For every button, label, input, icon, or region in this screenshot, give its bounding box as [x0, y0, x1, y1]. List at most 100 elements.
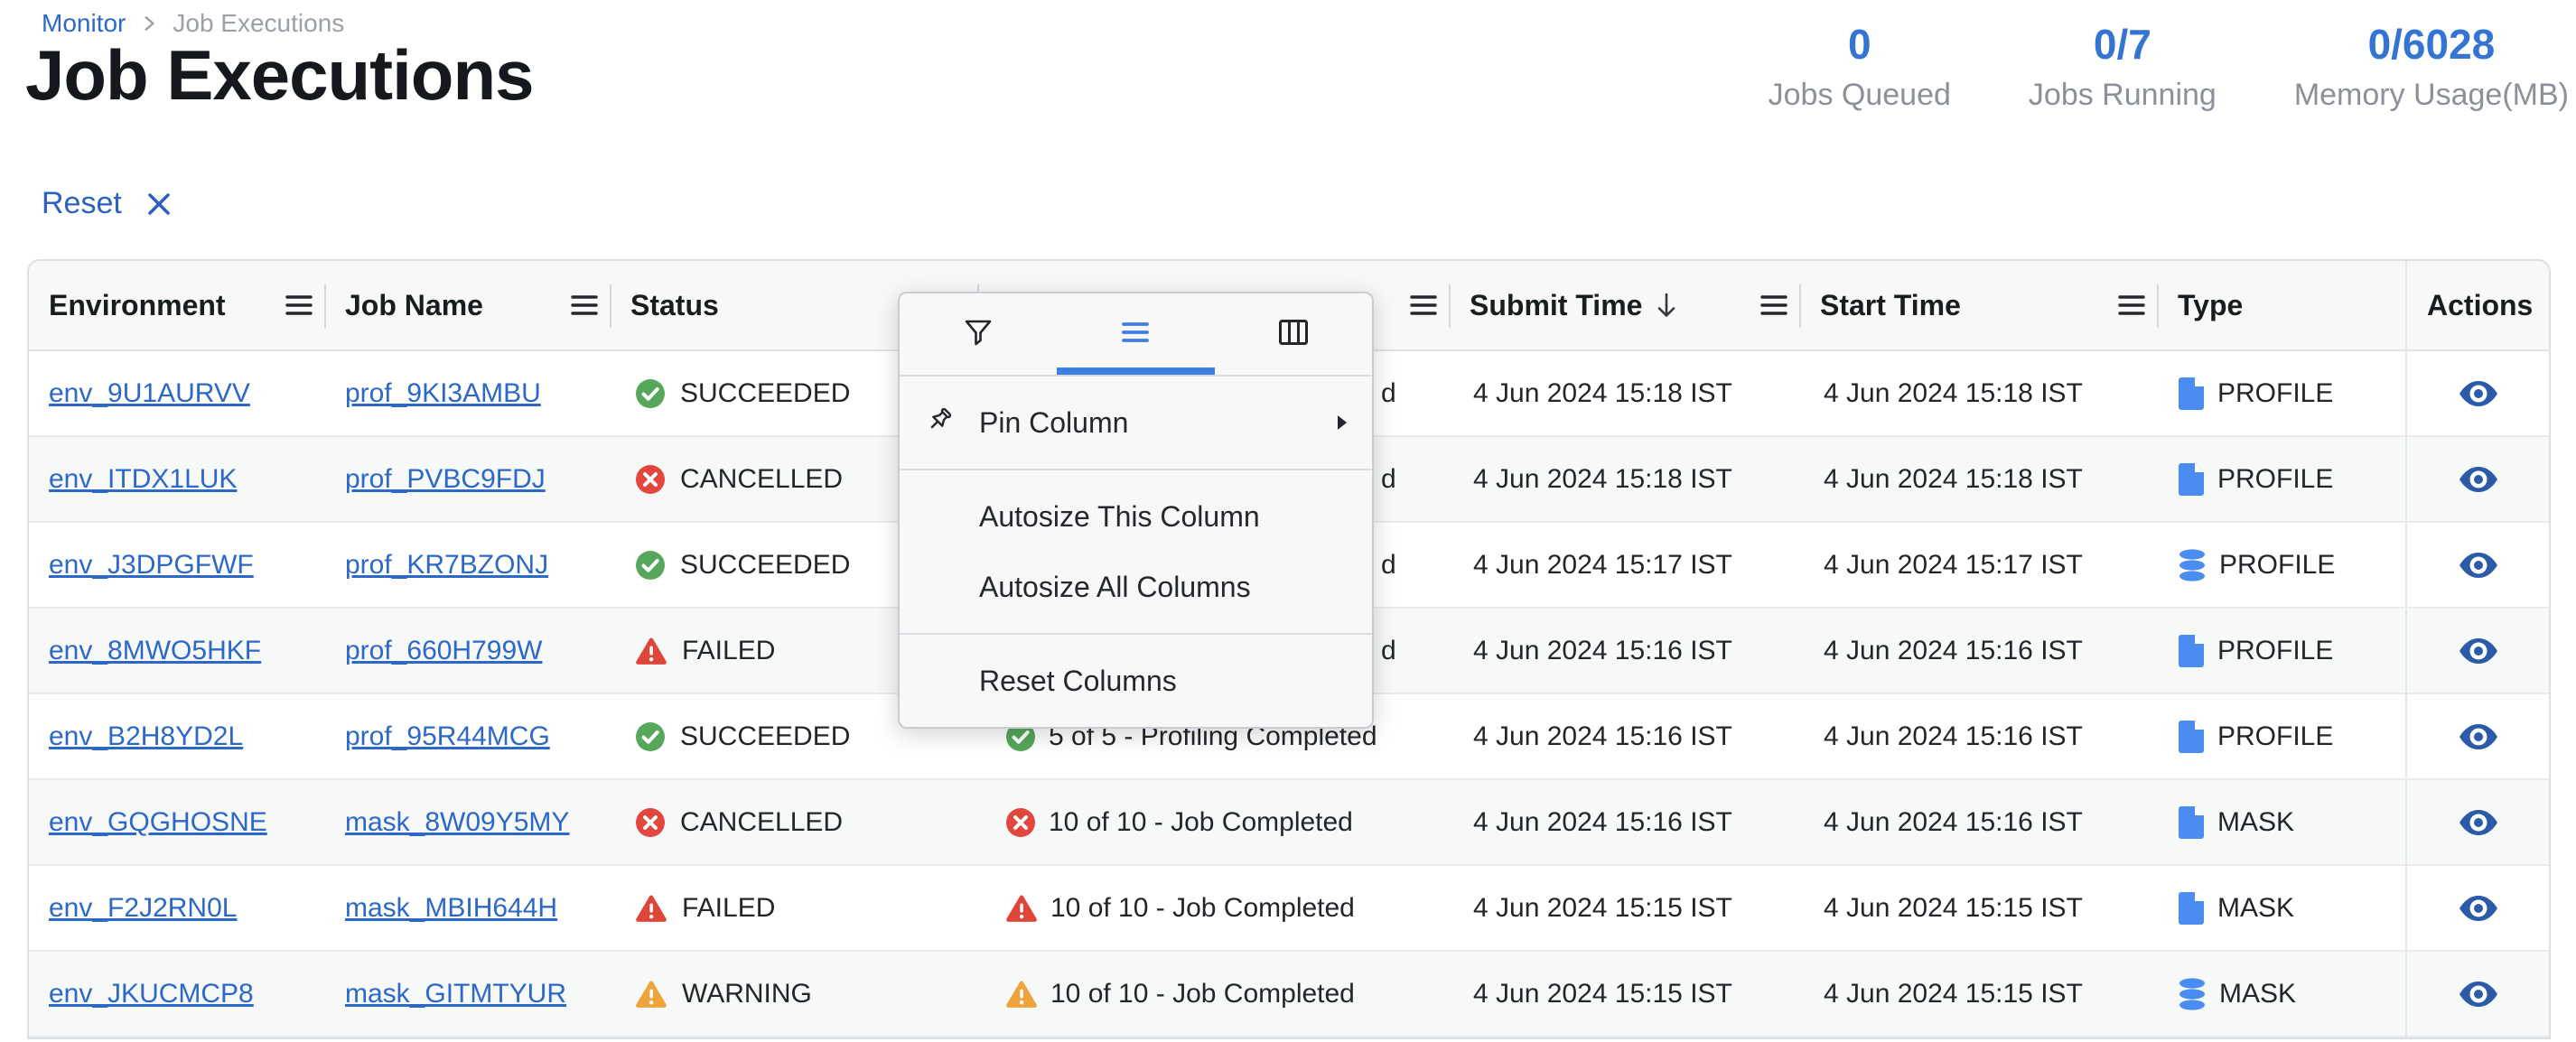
- type-icon: [2178, 805, 2205, 840]
- status-label: SUCCEEDED: [680, 550, 850, 581]
- status-cell: CANCELLED: [611, 780, 978, 864]
- reset-filters[interactable]: Reset: [42, 186, 173, 221]
- job-name-link[interactable]: prof_9KI3AMBU: [345, 378, 541, 409]
- menu-item-autosize-all-columns[interactable]: Autosize All Columns: [900, 552, 1372, 622]
- column-header-submit-time[interactable]: Submit Time: [1450, 261, 1800, 349]
- environment-link[interactable]: env_9U1AURVV: [49, 378, 250, 409]
- environment-cell: env_8MWO5HKF: [29, 609, 325, 693]
- type-cell: PROFILE: [2158, 694, 2405, 778]
- column-label: Job Name: [345, 289, 483, 322]
- actions-cell: [2405, 694, 2549, 778]
- column-menu-popup: Pin Column Autosize This Column Autosize…: [898, 292, 1374, 729]
- reset-filters-label[interactable]: Reset: [42, 186, 122, 221]
- actions-cell: [2405, 866, 2549, 950]
- actions-cell: [2405, 952, 2549, 1036]
- status-icon: [635, 721, 666, 752]
- column-header-actions: Actions: [2405, 261, 2549, 349]
- column-menu-icon[interactable]: [571, 293, 598, 317]
- column-label: Start Time: [1820, 289, 1961, 322]
- job-name-link[interactable]: mask_MBIH644H: [345, 893, 557, 924]
- job-name-link[interactable]: prof_KR7BZONJ: [345, 550, 548, 581]
- status-label: CANCELLED: [680, 464, 843, 495]
- actions-cell: [2405, 523, 2549, 607]
- start-time: 4 Jun 2024 15:16 IST: [1824, 721, 2083, 752]
- column-label: Type: [2178, 289, 2243, 322]
- view-details-button[interactable]: [2458, 636, 2499, 666]
- column-menu-icon[interactable]: [2118, 293, 2145, 317]
- progress-status-icon: [1005, 894, 1038, 923]
- type-label: PROFILE: [2217, 721, 2333, 752]
- start-time: 4 Jun 2024 15:15 IST: [1824, 893, 2083, 924]
- view-details-button[interactable]: [2458, 721, 2499, 752]
- progress-text-tail: d: [1381, 378, 1396, 409]
- environment-link[interactable]: env_J3DPGFWF: [49, 550, 254, 581]
- menu-item-pin-column[interactable]: Pin Column: [900, 387, 1372, 458]
- submit-time-cell: 4 Jun 2024 15:16 IST: [1450, 609, 1800, 693]
- view-details-button[interactable]: [2458, 378, 2499, 409]
- column-header-job-name[interactable]: Job Name: [325, 261, 611, 349]
- type-icon: [2178, 977, 2207, 1011]
- close-icon[interactable]: [145, 191, 173, 218]
- status-label: WARNING: [682, 979, 812, 1009]
- start-time: 4 Jun 2024 15:18 IST: [1824, 378, 2083, 409]
- column-header-start-time[interactable]: Start Time: [1800, 261, 2158, 349]
- type-cell: PROFILE: [2158, 437, 2405, 521]
- progress-text: 10 of 10 - Job Completed: [1050, 979, 1355, 1009]
- view-details-button[interactable]: [2458, 893, 2499, 924]
- submit-time: 4 Jun 2024 15:15 IST: [1473, 979, 1732, 1009]
- view-details-button[interactable]: [2458, 464, 2499, 495]
- start-time-cell: 4 Jun 2024 15:16 IST: [1800, 609, 2158, 693]
- start-time-cell: 4 Jun 2024 15:16 IST: [1800, 780, 2158, 864]
- status-cell: WARNING: [611, 952, 978, 1036]
- table-row: env_JKUCMCP8 mask_GITMTYUR WARNING 10 of…: [29, 952, 2549, 1037]
- tab-filter[interactable]: [900, 293, 1057, 375]
- job-name-link[interactable]: prof_660H799W: [345, 636, 542, 666]
- stats-summary: 0 Jobs Queued 0/7 Jobs Running 0/6028 Me…: [1769, 20, 2569, 113]
- job-name-link[interactable]: mask_8W09Y5MY: [345, 807, 569, 838]
- stat-label: Jobs Running: [2029, 78, 2217, 113]
- submit-time: 4 Jun 2024 15:16 IST: [1473, 636, 1732, 666]
- environment-link[interactable]: env_B2H8YD2L: [49, 721, 243, 752]
- menu-item-label: Pin Column: [979, 406, 1128, 440]
- job-name-link[interactable]: prof_PVBC9FDJ: [345, 464, 546, 495]
- view-details-button[interactable]: [2458, 807, 2499, 838]
- view-details-button[interactable]: [2458, 979, 2499, 1009]
- menu-item-autosize-this-column[interactable]: Autosize This Column: [900, 481, 1372, 552]
- environment-link[interactable]: env_F2J2RN0L: [49, 893, 237, 924]
- type-label: MASK: [2217, 807, 2294, 838]
- stat-value: 0/6028: [2294, 20, 2569, 69]
- type-cell: MASK: [2158, 952, 2405, 1036]
- column-header-type[interactable]: Type: [2158, 261, 2405, 349]
- type-label: PROFILE: [2217, 636, 2333, 666]
- page-title: Job Executions: [25, 34, 533, 116]
- status-icon: [635, 894, 667, 923]
- job-name-cell: prof_PVBC9FDJ: [325, 437, 611, 521]
- environment-link[interactable]: env_ITDX1LUK: [49, 464, 237, 495]
- status-icon: [635, 807, 666, 838]
- menu-item-label: Reset Columns: [979, 665, 1177, 698]
- job-name-link[interactable]: prof_95R44MCG: [345, 721, 550, 752]
- submit-time: 4 Jun 2024 15:16 IST: [1473, 721, 1732, 752]
- column-menu-icon[interactable]: [1410, 293, 1437, 317]
- table-row: env_F2J2RN0L mask_MBIH644H FAILED 10 of …: [29, 866, 2549, 952]
- stat-value: 0: [1769, 20, 1951, 69]
- column-menu-icon[interactable]: [285, 293, 313, 317]
- submit-time-cell: 4 Jun 2024 15:18 IST: [1450, 437, 1800, 521]
- menu-item-reset-columns[interactable]: Reset Columns: [900, 646, 1372, 716]
- view-details-button[interactable]: [2458, 550, 2499, 581]
- job-name-link[interactable]: mask_GITMTYUR: [345, 979, 566, 1009]
- tab-columns[interactable]: [1215, 293, 1372, 375]
- environment-cell: env_J3DPGFWF: [29, 523, 325, 607]
- progress-text-tail: d: [1381, 636, 1396, 666]
- status-label: FAILED: [682, 893, 775, 924]
- environment-link[interactable]: env_8MWO5HKF: [49, 636, 261, 666]
- progress-status-icon: [1005, 807, 1036, 838]
- environment-link[interactable]: env_GQGHOSNE: [49, 807, 267, 838]
- environment-link[interactable]: env_JKUCMCP8: [49, 979, 254, 1009]
- sort-descending-icon: [1655, 291, 1678, 320]
- column-menu-icon[interactable]: [1760, 293, 1787, 317]
- column-header-environment[interactable]: Environment: [29, 261, 325, 349]
- tab-general-menu[interactable]: [1057, 293, 1214, 375]
- type-icon: [2178, 548, 2207, 582]
- submit-time: 4 Jun 2024 15:17 IST: [1473, 550, 1732, 581]
